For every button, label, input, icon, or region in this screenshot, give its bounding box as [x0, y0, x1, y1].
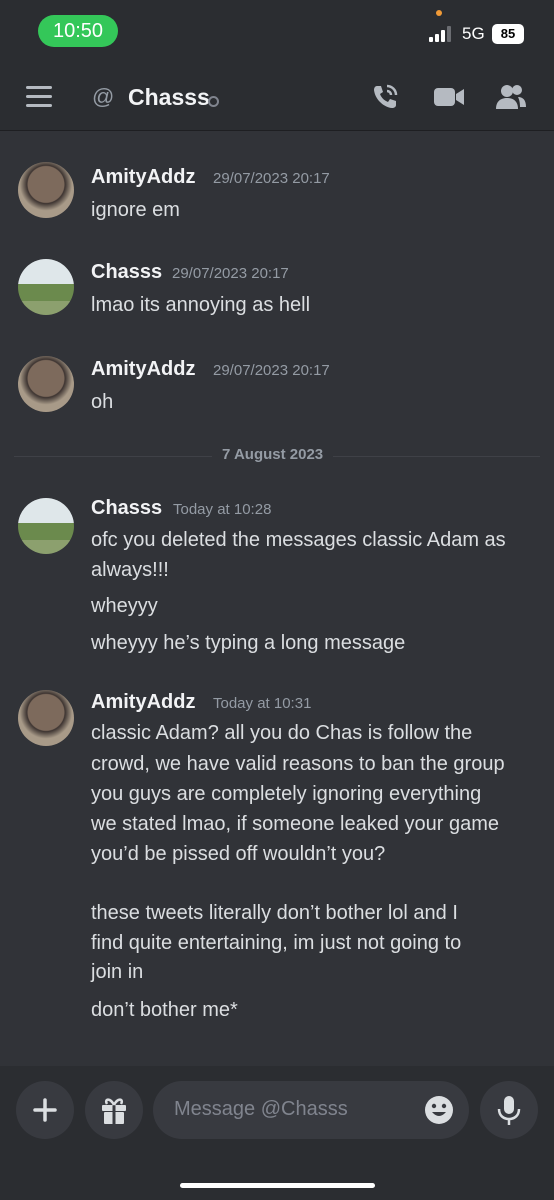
- message-placeholder: Message @Chasss: [174, 1098, 348, 1120]
- microphone-icon: [497, 1096, 521, 1125]
- at-icon: @: [92, 84, 115, 109]
- battery-level: 85: [492, 24, 524, 44]
- gift-button[interactable]: [85, 1081, 143, 1139]
- message-text: you guys are completely ignoring everyth…: [91, 783, 482, 805]
- message-author[interactable]: AmityAddz: [91, 691, 195, 714]
- message-text: you’d be pissed off wouldn’t you?: [91, 843, 386, 865]
- message-text: ofc you deleted the messages classic Ada…: [91, 529, 506, 551]
- plus-icon: [33, 1098, 57, 1122]
- message-text: wheyyy he’s typing a long message: [91, 632, 406, 654]
- message-group[interactable]: Chasss Today at 10:28 ofc you deleted th…: [0, 496, 554, 661]
- message-text: crowd, we have valid reasons to ban the …: [91, 753, 505, 775]
- avatar[interactable]: [18, 498, 74, 554]
- message-text: don’t bother me*: [91, 999, 238, 1021]
- avatar[interactable]: [18, 690, 74, 746]
- offline-status-icon: [208, 96, 219, 107]
- home-indicator[interactable]: [180, 1183, 375, 1188]
- message-group[interactable]: AmityAddz Today at 10:31 classic Adam? a…: [0, 690, 554, 1030]
- message-timestamp: Today at 10:28: [173, 501, 272, 518]
- signal-icon: [429, 26, 455, 42]
- message-text: always!!!: [91, 559, 169, 581]
- message-timestamp: 29/07/2023 20:17: [172, 265, 289, 282]
- message-text: join in: [91, 961, 144, 983]
- message-group[interactable]: Chasss 29/07/2023 20:17 lmao its annoyin…: [0, 259, 554, 319]
- message-text: lmao its annoying as hell: [91, 294, 311, 316]
- privacy-indicator: [436, 10, 442, 16]
- message-author[interactable]: AmityAddz: [91, 166, 195, 189]
- status-bar: 10:50 5G 85: [0, 0, 554, 64]
- message-author[interactable]: Chasss: [91, 497, 162, 520]
- message-text: we stated lmao, if someone leaked your g…: [91, 813, 499, 835]
- message-text: these tweets literally don’t bother lol …: [91, 902, 458, 924]
- members-icon[interactable]: [494, 82, 528, 112]
- hamburger-icon[interactable]: [26, 86, 54, 108]
- message-timestamp: 29/07/2023 20:17: [213, 170, 330, 187]
- voice-message-button[interactable]: [480, 1081, 538, 1139]
- emoji-icon[interactable]: [423, 1094, 455, 1126]
- message-text: oh: [91, 391, 114, 413]
- status-time: 10:50: [38, 15, 118, 47]
- message-text: classic Adam? all you do Chas is follow …: [91, 722, 473, 744]
- network-type: 5G: [462, 24, 485, 43]
- channel-title: Chasss: [128, 84, 210, 110]
- message-group[interactable]: AmityAddz 29/07/2023 20:17 ignore em: [0, 162, 554, 222]
- gift-icon: [102, 1098, 126, 1124]
- message-author[interactable]: Chasss: [91, 261, 162, 284]
- add-attachment-button[interactable]: [16, 1081, 74, 1139]
- message-author[interactable]: AmityAddz: [91, 358, 195, 381]
- avatar[interactable]: [18, 259, 74, 315]
- call-icon[interactable]: [370, 82, 400, 112]
- video-icon[interactable]: [432, 82, 466, 112]
- date-divider: 7 August 2023: [212, 446, 334, 463]
- message-text: wheyyy: [91, 595, 158, 617]
- avatar[interactable]: [18, 162, 74, 218]
- avatar[interactable]: [18, 356, 74, 412]
- message-timestamp: 29/07/2023 20:17: [213, 362, 330, 379]
- message-timestamp: Today at 10:31: [213, 695, 312, 712]
- channel-header: @ Chasss: [0, 64, 554, 131]
- message-group[interactable]: AmityAddz 29/07/2023 20:17 oh: [0, 356, 554, 416]
- message-text: ignore em: [91, 199, 180, 221]
- message-text: find quite entertaining, im just not goi…: [91, 932, 462, 954]
